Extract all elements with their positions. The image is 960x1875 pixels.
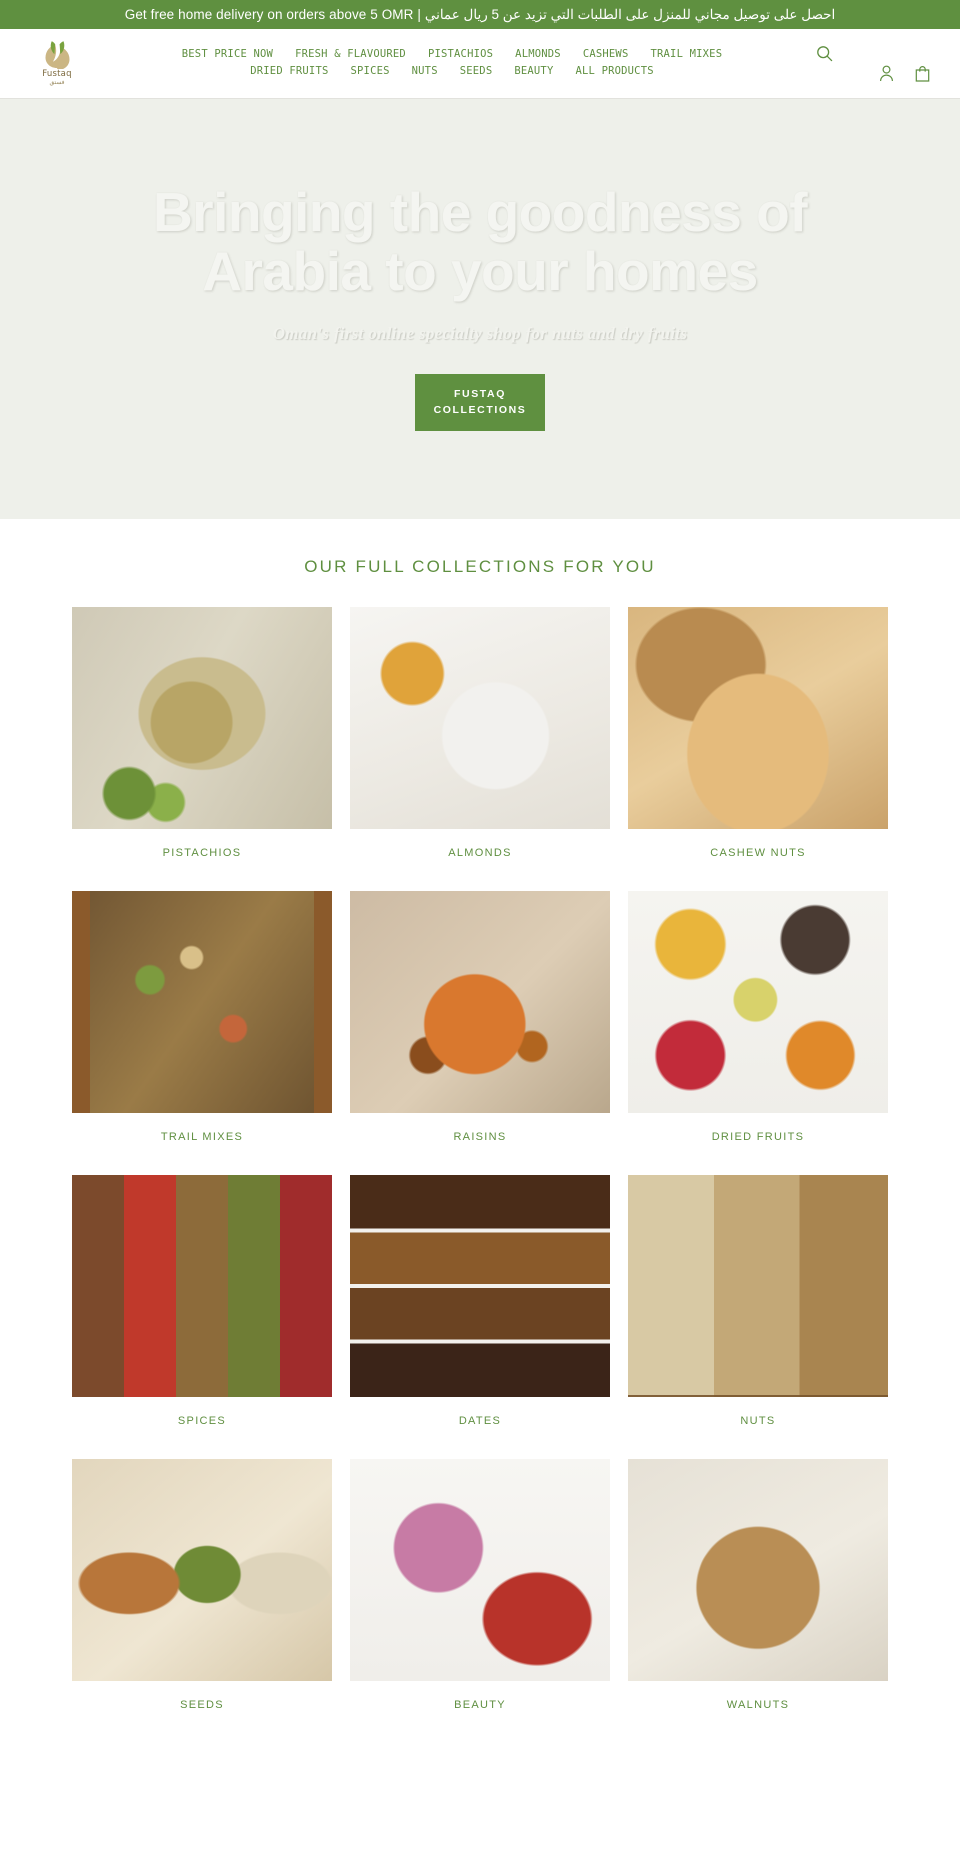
- nav-item-almonds[interactable]: ALMONDS: [515, 49, 561, 61]
- nav-row-primary: BEST PRICE NOW FRESH & FLAVOURED PISTACH…: [182, 49, 722, 61]
- assorted-dates-grid-image: [350, 1175, 610, 1397]
- nav-item-seeds[interactable]: SEEDS: [460, 65, 493, 78]
- account-icon[interactable]: [879, 65, 894, 82]
- collection-card-label: TRAIL MIXES: [160, 1131, 244, 1143]
- logo-arabic: فستق: [49, 79, 65, 86]
- collection-card-label: DRIED FRUITS: [711, 1131, 805, 1143]
- nav-item-fresh-flavoured[interactable]: FRESH & FLAVOURED: [295, 49, 406, 61]
- collection-card[interactable]: SEEDS: [72, 1459, 332, 1725]
- nav-item-pistachios[interactable]: PISTACHIOS: [428, 49, 493, 61]
- walnuts-in-wooden-bowl-image: [628, 1459, 888, 1681]
- hero-banner: Bringing the goodness of Arabia to your …: [0, 99, 960, 519]
- trail-mix-in-wooden-tray-image: [72, 891, 332, 1113]
- nav-item-nuts[interactable]: NUTS: [412, 65, 438, 78]
- mixed-nuts-in-wooden-box-image: [628, 1175, 888, 1397]
- collection-card-label: DATES: [458, 1415, 502, 1427]
- collection-card[interactable]: SPICES: [72, 1175, 332, 1441]
- collection-card-label: SEEDS: [180, 1699, 224, 1711]
- hero-title: Bringing the goodness of Arabia to your …: [152, 181, 808, 303]
- collection-card-label: RAISINS: [453, 1131, 507, 1143]
- collections-section: OUR FULL COLLECTIONS FOR YOU PISTACHIOS A…: [0, 519, 960, 1743]
- collection-card[interactable]: WALNUTS: [628, 1459, 888, 1725]
- collection-card[interactable]: PISTACHIOS: [72, 607, 332, 873]
- nav-item-all-products[interactable]: ALL PRODUCTS: [575, 65, 653, 78]
- collections-grid: PISTACHIOS ALMONDS CASHEW NUTS TRAIL MIXES R…: [72, 607, 888, 1743]
- collection-card-label: SPICES: [177, 1415, 227, 1427]
- collection-card[interactable]: TRAIL MIXES: [72, 891, 332, 1157]
- cashews-spilling-from-sack-image: [628, 607, 888, 829]
- header-icon-group: [808, 29, 938, 99]
- search-icon[interactable]: [816, 45, 833, 62]
- collection-card-label: BEAUTY: [454, 1699, 506, 1711]
- nav-item-trail-mixes[interactable]: TRAIL MIXES: [650, 49, 722, 61]
- collection-card[interactable]: NUTS: [628, 1175, 888, 1441]
- site-header: Fustaq فستق BEST PRICE NOW FRESH & FLAVO…: [0, 29, 960, 99]
- collection-card-label: WALNUTS: [726, 1699, 790, 1711]
- collection-card[interactable]: RAISINS: [350, 891, 610, 1157]
- assorted-dried-fruits-in-bowls-image: [628, 891, 888, 1113]
- site-logo[interactable]: Fustaq فستق: [28, 41, 86, 86]
- pistachios-in-wooden-bowl-image: [72, 607, 332, 829]
- fustaq-collections-button[interactable]: FUSTAQ COLLECTIONS: [415, 373, 545, 432]
- collection-card[interactable]: DRIED FRUITS: [628, 891, 888, 1157]
- spice-grid-swatches-image: [72, 1175, 332, 1397]
- nav-row-secondary: DRIED FRUITS SPICES NUTS SEEDS BEAUTY AL…: [250, 65, 654, 78]
- collection-card-label: PISTACHIOS: [162, 847, 242, 859]
- seeds-in-wooden-scoops-image: [72, 1459, 332, 1681]
- nav-item-best-price-now[interactable]: BEST PRICE NOW: [182, 49, 273, 61]
- cart-icon[interactable]: [915, 65, 930, 82]
- announcement-bar: Get free home delivery on orders above 5…: [0, 0, 960, 29]
- almonds-in-white-bowl-with-honey-image: [350, 607, 610, 829]
- collection-card-label: ALMONDS: [448, 847, 512, 859]
- collection-card-label: CASHEW NUTS: [710, 847, 806, 859]
- raisins-in-orange-bowl-image: [350, 891, 610, 1113]
- collection-card[interactable]: ALMONDS: [350, 607, 610, 873]
- pistachio-logo-icon: [42, 41, 72, 71]
- nav-item-beauty[interactable]: BEAUTY: [514, 65, 553, 78]
- nav-item-cashews[interactable]: CASHEWS: [583, 49, 629, 61]
- pink-rose-with-saffron-image: [350, 1459, 610, 1681]
- hero-subtitle: Oman's first online specialty shop for n…: [272, 323, 688, 343]
- collection-card[interactable]: DATES: [350, 1175, 610, 1441]
- nav-item-dried-fruits[interactable]: DRIED FRUITS: [250, 65, 328, 78]
- collection-card[interactable]: BEAUTY: [350, 1459, 610, 1725]
- collection-card[interactable]: CASHEW NUTS: [628, 607, 888, 873]
- collections-heading: OUR FULL COLLECTIONS FOR YOU: [304, 557, 656, 576]
- announcement-text: Get free home delivery on orders above 5…: [124, 6, 836, 22]
- nav-item-spices[interactable]: SPICES: [351, 65, 390, 78]
- collection-card-label: NUTS: [740, 1415, 776, 1427]
- logo-wordmark: Fustaq: [42, 69, 72, 80]
